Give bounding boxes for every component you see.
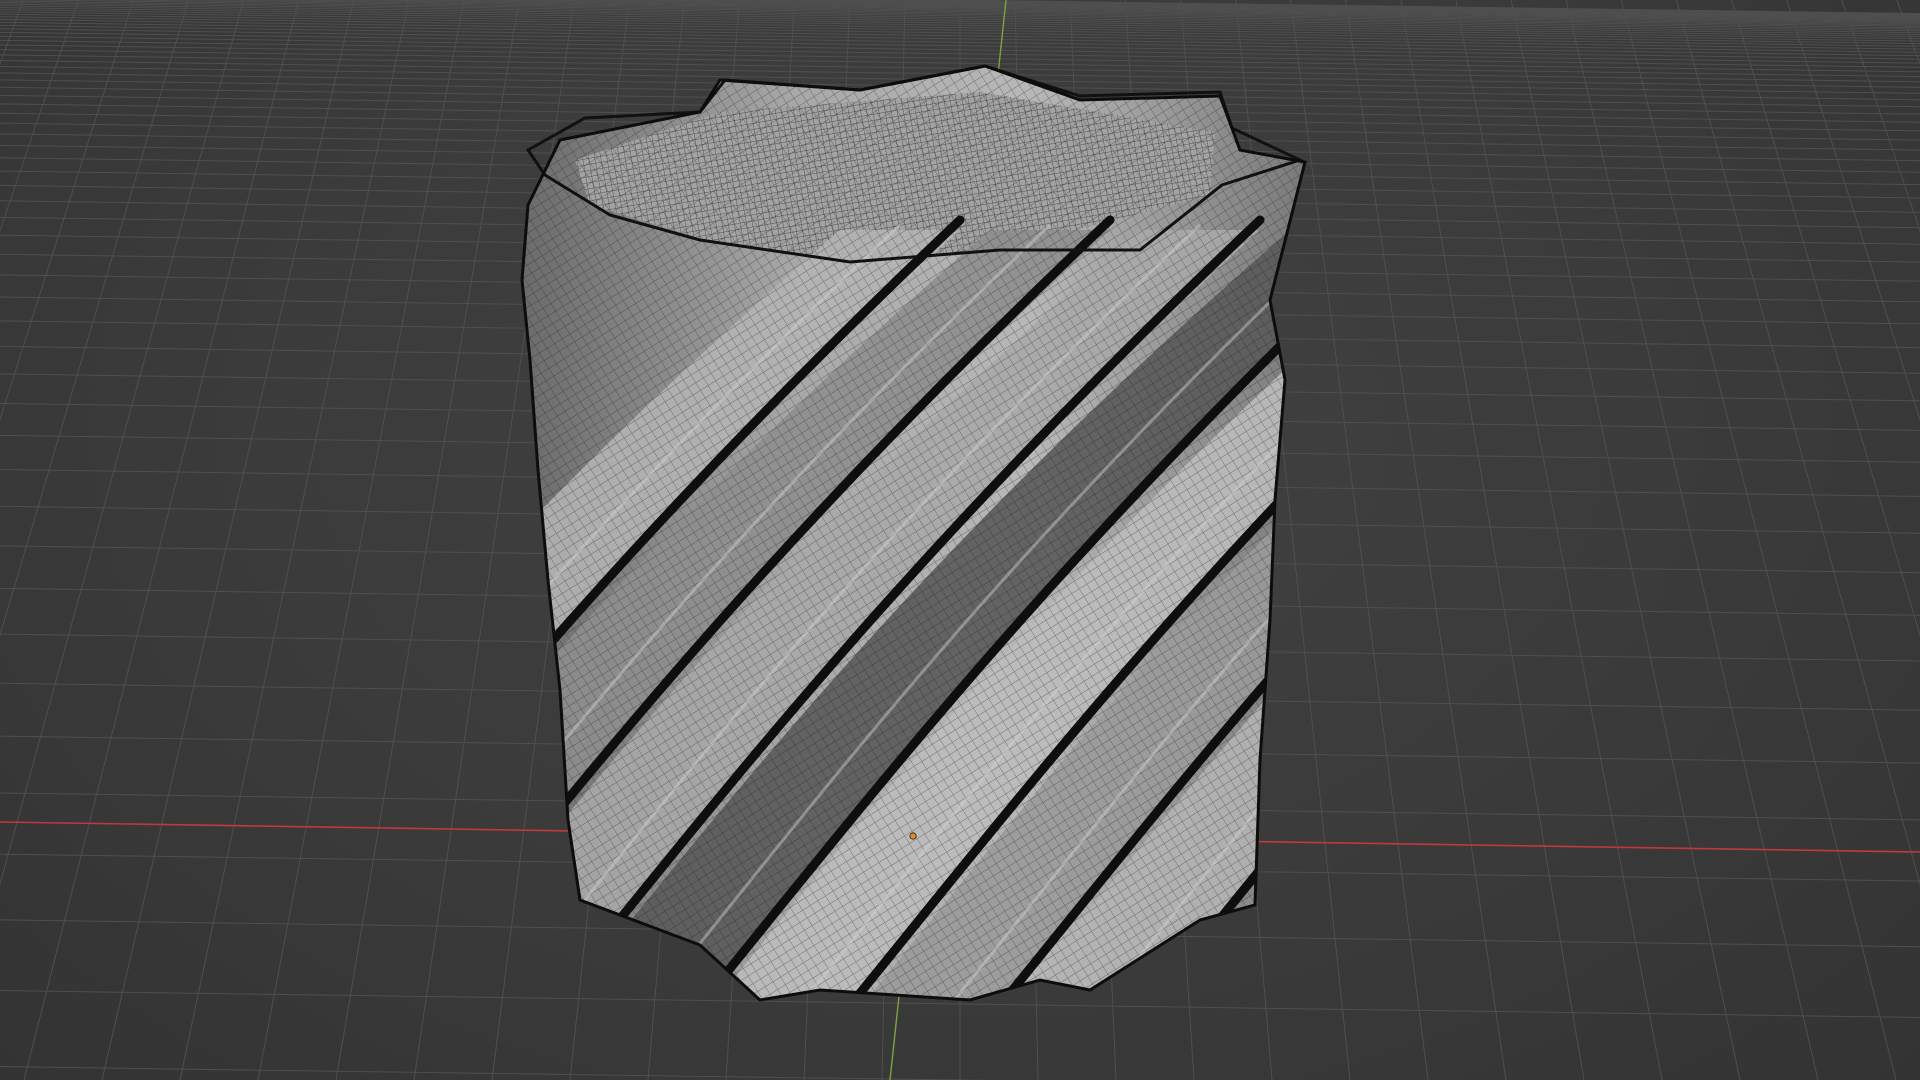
grid-line xyxy=(1400,0,1585,1080)
grid-line xyxy=(1786,0,1920,422)
grid-line xyxy=(1620,0,1897,1080)
grid-line xyxy=(1345,0,1507,1080)
grid-line xyxy=(0,0,24,66)
grid-line xyxy=(0,0,189,637)
grid-line xyxy=(1675,0,1920,886)
grid-line xyxy=(23,0,300,1080)
grid-line xyxy=(1290,0,1429,1080)
grid-line xyxy=(0,0,79,233)
grid-line xyxy=(1841,0,1920,233)
grid-line xyxy=(1896,0,1920,66)
grid-line xyxy=(1731,0,1920,637)
viewport-scene[interactable] xyxy=(0,0,1920,1080)
twist-groove xyxy=(1275,215,1305,1000)
grid-line xyxy=(335,0,520,1080)
grid-line xyxy=(1455,0,1663,1080)
twisted-vase-mesh[interactable] xyxy=(100,60,1920,1030)
3d-viewport[interactable] xyxy=(0,0,1920,1080)
grid-line xyxy=(1565,0,1819,1080)
grid-line xyxy=(0,0,134,422)
grid-line xyxy=(0,0,245,886)
object-origin[interactable] xyxy=(909,832,917,840)
grid-line xyxy=(1510,0,1741,1080)
